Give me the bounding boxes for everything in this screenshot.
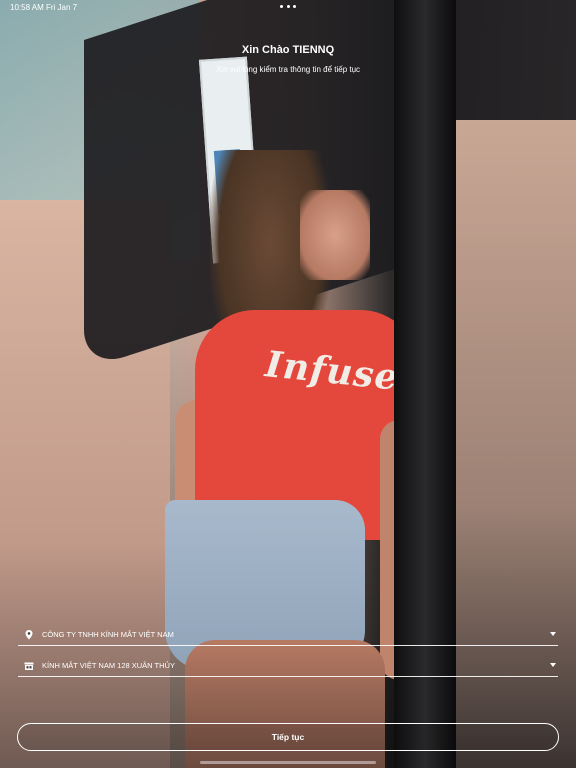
store-select[interactable]: KÍNH MẮT VIỆT NAM 128 XUÂN THỦY: [18, 656, 558, 677]
store-select-value: KÍNH MẮT VIỆT NAM 128 XUÂN THỦY: [42, 661, 175, 670]
background-pole: [394, 0, 456, 768]
chevron-down-icon: [550, 663, 556, 667]
background-photo: Infuse: [0, 0, 576, 768]
greeting-title: Xin Chào TIENNQ: [241, 44, 335, 56]
company-select-value: CÔNG TY TNHH KÍNH MẮT VIỆT NAM: [42, 630, 174, 639]
background-person-face: [300, 190, 370, 280]
company-select[interactable]: CÔNG TY TNHH KÍNH MẮT VIỆT NAM: [18, 625, 558, 646]
store-icon: [23, 659, 35, 671]
status-bar: 10:58 AM Fri Jan 7: [0, 0, 576, 14]
home-indicator[interactable]: [200, 761, 376, 764]
greeting-subtitle: Xin vui lòng kiểm tra thông tin để tiếp …: [215, 65, 361, 74]
status-date: Fri Jan 7: [46, 3, 78, 12]
chevron-down-icon: [550, 632, 556, 636]
multitasking-dots-icon[interactable]: [280, 5, 296, 8]
continue-button[interactable]: Tiếp tục: [17, 723, 559, 751]
location-pin-icon: [23, 628, 35, 640]
status-time: 10:58 AM: [10, 3, 44, 12]
